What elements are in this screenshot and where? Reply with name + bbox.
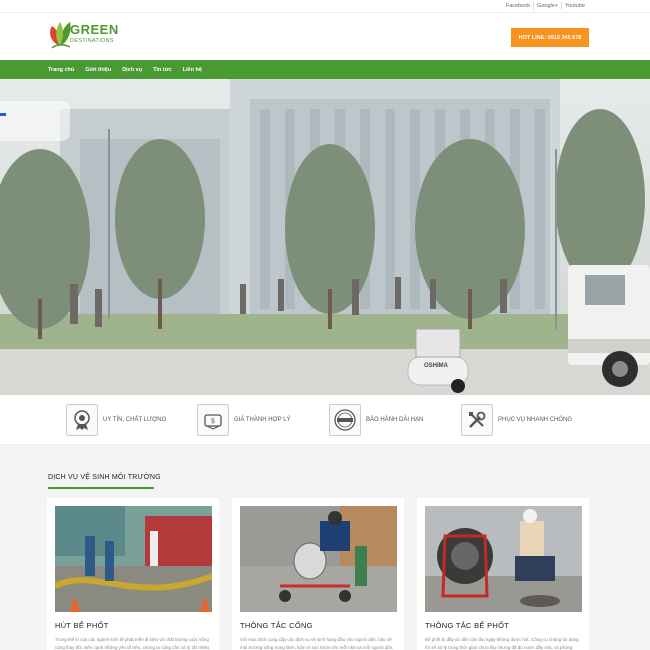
facebook-link[interactable]: Facebook — [503, 2, 533, 10]
social-links: Facebook Google+ Youtube — [503, 2, 588, 10]
top-bar: Facebook Google+ Youtube — [0, 0, 650, 13]
feature-label: PHỤC VỤ NHANH CHÓNG — [498, 417, 573, 423]
service-card[interactable]: THÔNG TẮC CỐNG Với mục đích cung cấp các… — [232, 498, 404, 650]
hero-illustration — [0, 79, 650, 395]
leaf-logo-icon — [50, 22, 71, 49]
service-description: Trong thế kỉ của các ngành kinh tế phát … — [55, 637, 210, 650]
feature-label: BẢO HÀNH DÀI HẠN — [366, 417, 424, 423]
nav-item-home[interactable]: Trang chủ — [48, 67, 74, 73]
features-bar: UY TÍN, CHẤT LƯỢNG $ GIÁ THÀNH HỢP LÝ BẢ… — [0, 395, 650, 445]
hero-banner: OSHIMA — [0, 79, 650, 395]
service-title[interactable]: THÔNG TẮC BỂ PHỐT — [425, 621, 581, 630]
main-nav: Trang chủ Giới thiệu Dịch vụ Tin tức Liê… — [0, 60, 650, 79]
feature-warranty: BẢO HÀNH DÀI HẠN — [329, 404, 423, 436]
tools-icon — [461, 404, 493, 436]
hotline-badge[interactable]: HOT LINE: 0912 345 678 — [511, 28, 589, 47]
youtube-link[interactable]: Youtube — [561, 2, 588, 10]
service-image[interactable] — [240, 506, 397, 612]
section-underline — [48, 487, 154, 489]
service-card[interactable]: HÚT BỂ PHỐT Trong thế kỉ của các ngành k… — [47, 498, 219, 650]
nav-item-about[interactable]: Giới thiệu — [85, 67, 111, 73]
service-description: Bể phốt bị đầy do dồn cặn lâu ngày không… — [425, 637, 579, 650]
service-description: Với mục đích cung cấp các dịch vụ vệ sin… — [240, 637, 394, 650]
logo[interactable]: GREEN DESTINATIONS — [48, 20, 128, 54]
price-tag-icon: $ — [197, 404, 229, 436]
feature-label: UY TÍN, CHẤT LƯỢNG — [103, 417, 167, 423]
services-section: DỊCH VỤ VỆ SINH MÔI TRƯỜNG HÚT BỂ PHỐT T… — [0, 445, 650, 650]
feature-quality: UY TÍN, CHẤT LƯỢNG — [66, 404, 166, 436]
service-image[interactable] — [425, 506, 582, 612]
nav-item-services[interactable]: Dịch vụ — [122, 67, 142, 73]
svg-text:$: $ — [211, 417, 215, 425]
service-card[interactable]: THÔNG TẮC BỂ PHỐT Bể phốt bị đầy do dồn … — [417, 498, 589, 650]
service-title[interactable]: HÚT BỂ PHỐT — [55, 621, 211, 630]
logo-text: GREEN — [70, 22, 119, 37]
nav-item-news[interactable]: Tin tức — [153, 67, 172, 73]
google-plus-link[interactable]: Google+ — [533, 2, 561, 10]
slider-indicator[interactable] — [0, 113, 6, 116]
feature-price: $ GIÁ THÀNH HỢP LÝ — [197, 404, 291, 436]
machine-label: OSHIMA — [424, 363, 448, 369]
section-title: DỊCH VỤ VỆ SINH MÔI TRƯỜNG — [48, 474, 161, 481]
medal-icon — [66, 404, 98, 436]
nav-item-contact[interactable]: Liên hệ — [183, 67, 202, 73]
header: GREEN DESTINATIONS HOT LINE: 0912 345 67… — [0, 13, 650, 60]
guarantee-seal-icon — [329, 404, 361, 436]
feature-label: GIÁ THÀNH HỢP LÝ — [234, 417, 291, 423]
feature-fast-service: PHỤC VỤ NHANH CHÓNG — [461, 404, 572, 436]
service-title[interactable]: THÔNG TẮC CỐNG — [240, 621, 396, 630]
logo-subtext: DESTINATIONS — [70, 38, 114, 44]
slider-control[interactable] — [0, 101, 70, 141]
service-image[interactable] — [55, 506, 212, 612]
